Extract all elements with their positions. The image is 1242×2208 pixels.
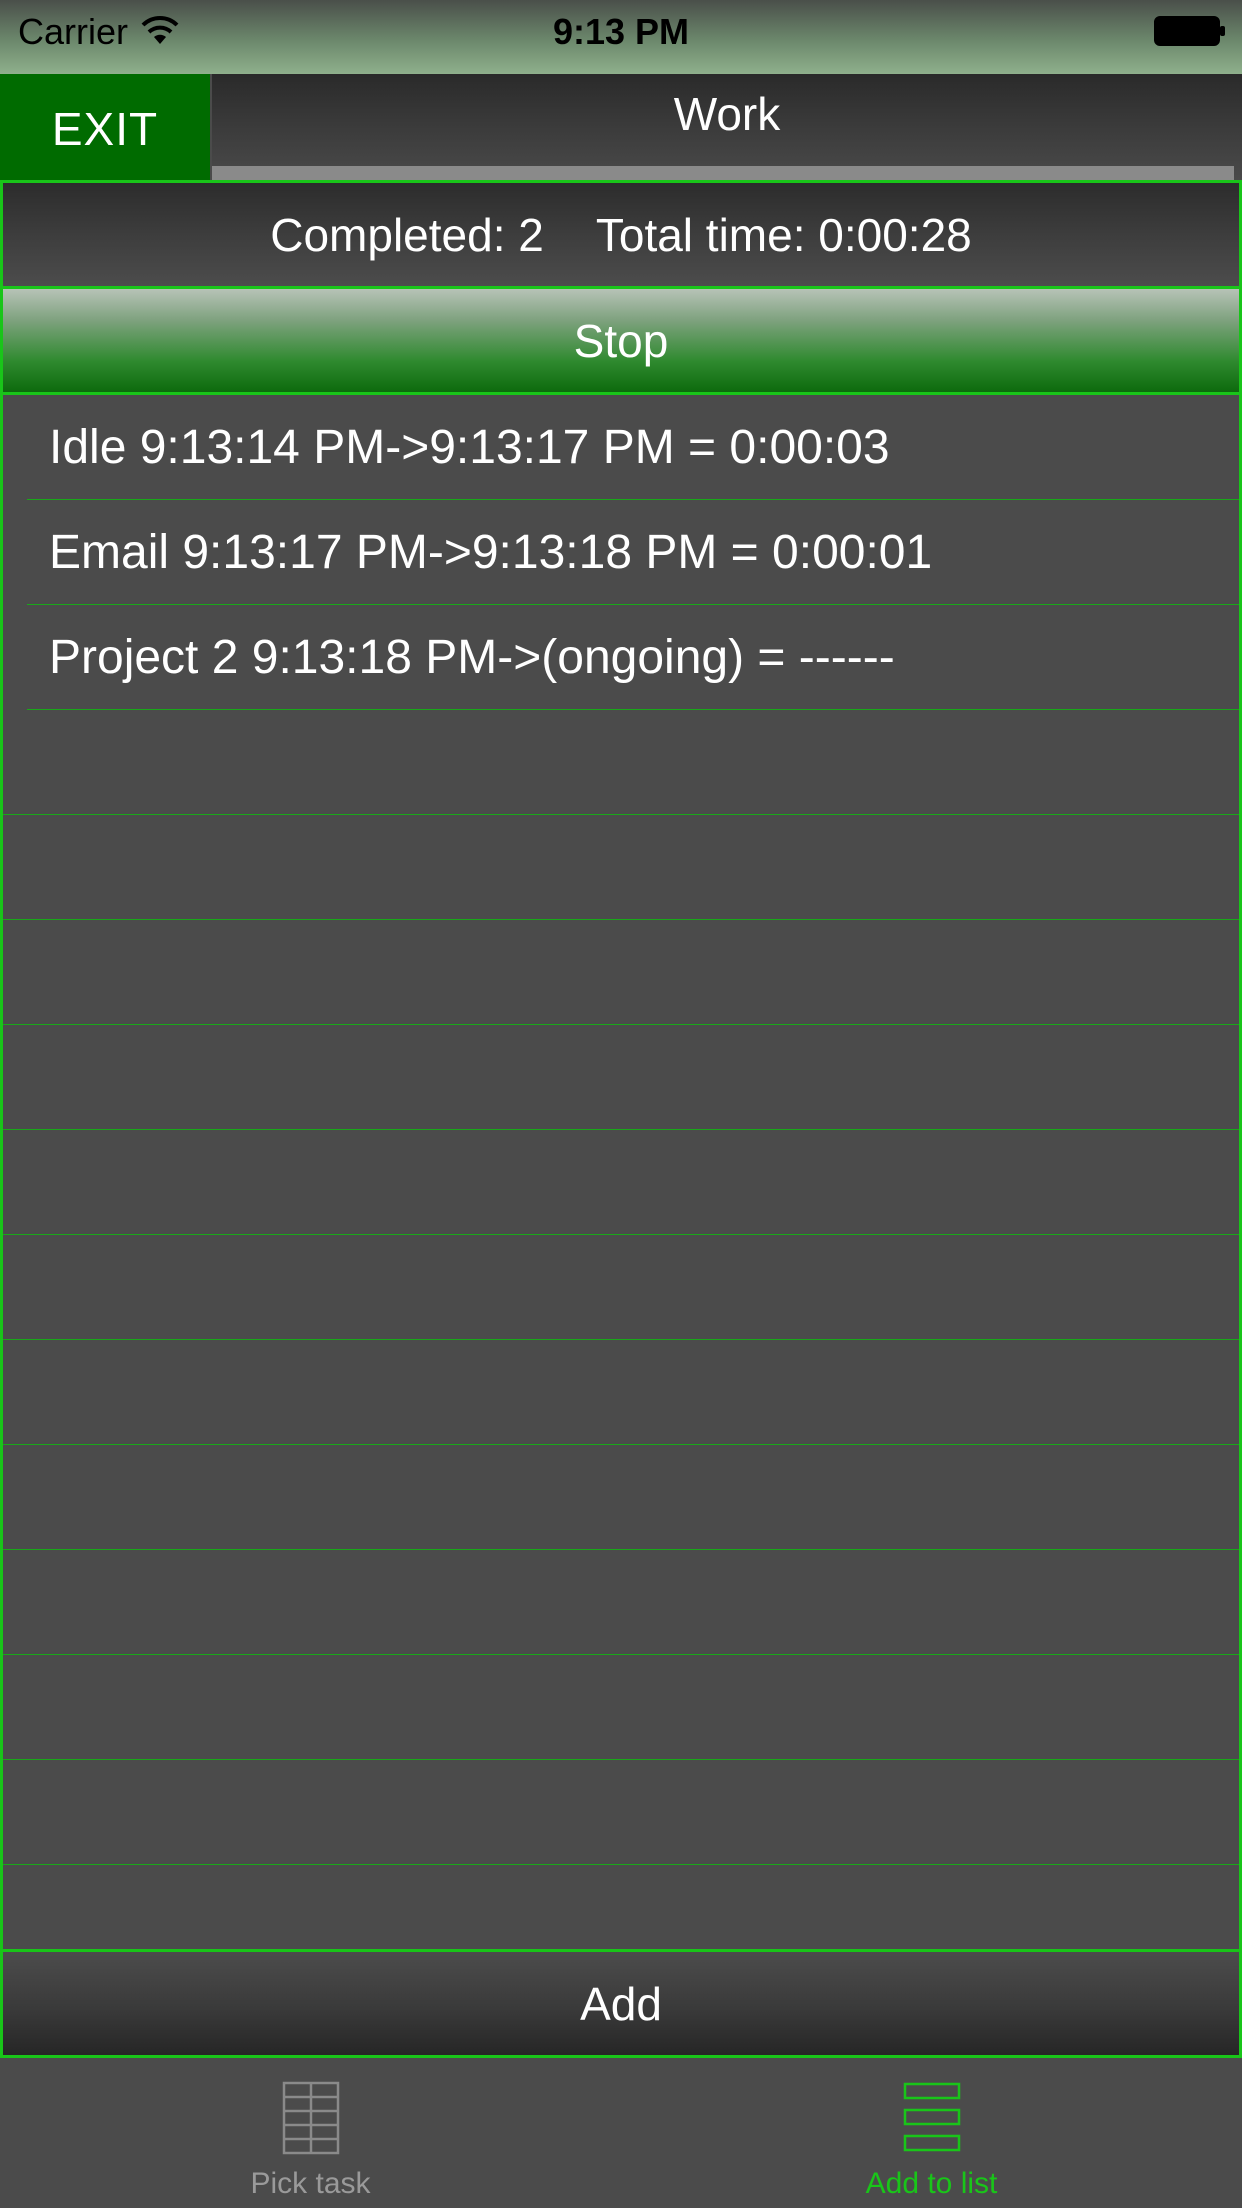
- battery-icon: [1154, 16, 1225, 46]
- empty-row: [3, 815, 1239, 920]
- page-title: Work: [673, 88, 781, 140]
- header: EXIT Work: [0, 74, 1242, 180]
- empty-row: [3, 1655, 1239, 1760]
- total-time: Total time: 0:00:28: [595, 208, 972, 261]
- grid-icon: [282, 2081, 339, 2155]
- empty-row: [3, 710, 1239, 815]
- completed-count: Completed: 2: [270, 208, 544, 261]
- list-item[interactable]: Idle 9:13:14 PM->9:13:17 PM = 0:00:03: [3, 395, 1239, 500]
- tab-pick-task[interactable]: Pick task: [0, 2058, 621, 2208]
- tab-label: Pick task: [250, 2167, 371, 2200]
- empty-row: [3, 1550, 1239, 1655]
- task-list: Idle 9:13:14 PM->9:13:17 PM = 0:00:03 Em…: [3, 395, 1239, 1949]
- title-area: Work: [212, 74, 1242, 180]
- exit-button[interactable]: EXIT: [0, 74, 210, 180]
- summary-row: Completed: 2 Total time: 0:00:28: [3, 183, 1239, 289]
- tab-label: Add to list: [865, 2167, 998, 2200]
- empty-row: [3, 1025, 1239, 1130]
- empty-row: [3, 1865, 1239, 1949]
- empty-row: [3, 1445, 1239, 1550]
- empty-row: [3, 1235, 1239, 1340]
- task-entry-text: Project 2 9:13:18 PM->(ongoing) = ------: [49, 631, 895, 684]
- status-time: 9:13 PM: [552, 11, 690, 52]
- status-bar: Carrier 9:13 PM: [0, 0, 1242, 74]
- empty-row: [3, 1760, 1239, 1865]
- add-button[interactable]: Add: [3, 1949, 1239, 2055]
- list-item[interactable]: Email 9:13:17 PM->9:13:18 PM = 0:00:01: [3, 500, 1239, 605]
- empty-row: [3, 1340, 1239, 1445]
- task-entry-text: Email 9:13:17 PM->9:13:18 PM = 0:00:01: [49, 526, 933, 579]
- tab-add-to-list[interactable]: Add to list: [621, 2058, 1242, 2208]
- task-entry-text: Idle 9:13:14 PM->9:13:17 PM = 0:00:03: [49, 421, 890, 474]
- list-icon: [903, 2082, 960, 2152]
- tab-bar: Pick task Add to list: [0, 2058, 1242, 2208]
- list-item[interactable]: Project 2 9:13:18 PM->(ongoing) = ------: [3, 605, 1239, 710]
- stop-button[interactable]: Stop: [3, 289, 1239, 395]
- main-panel: Completed: 2 Total time: 0:00:28 Stop Id…: [0, 180, 1242, 2058]
- empty-row: [3, 920, 1239, 1025]
- empty-row: [3, 1130, 1239, 1235]
- title-underline: [212, 166, 1234, 180]
